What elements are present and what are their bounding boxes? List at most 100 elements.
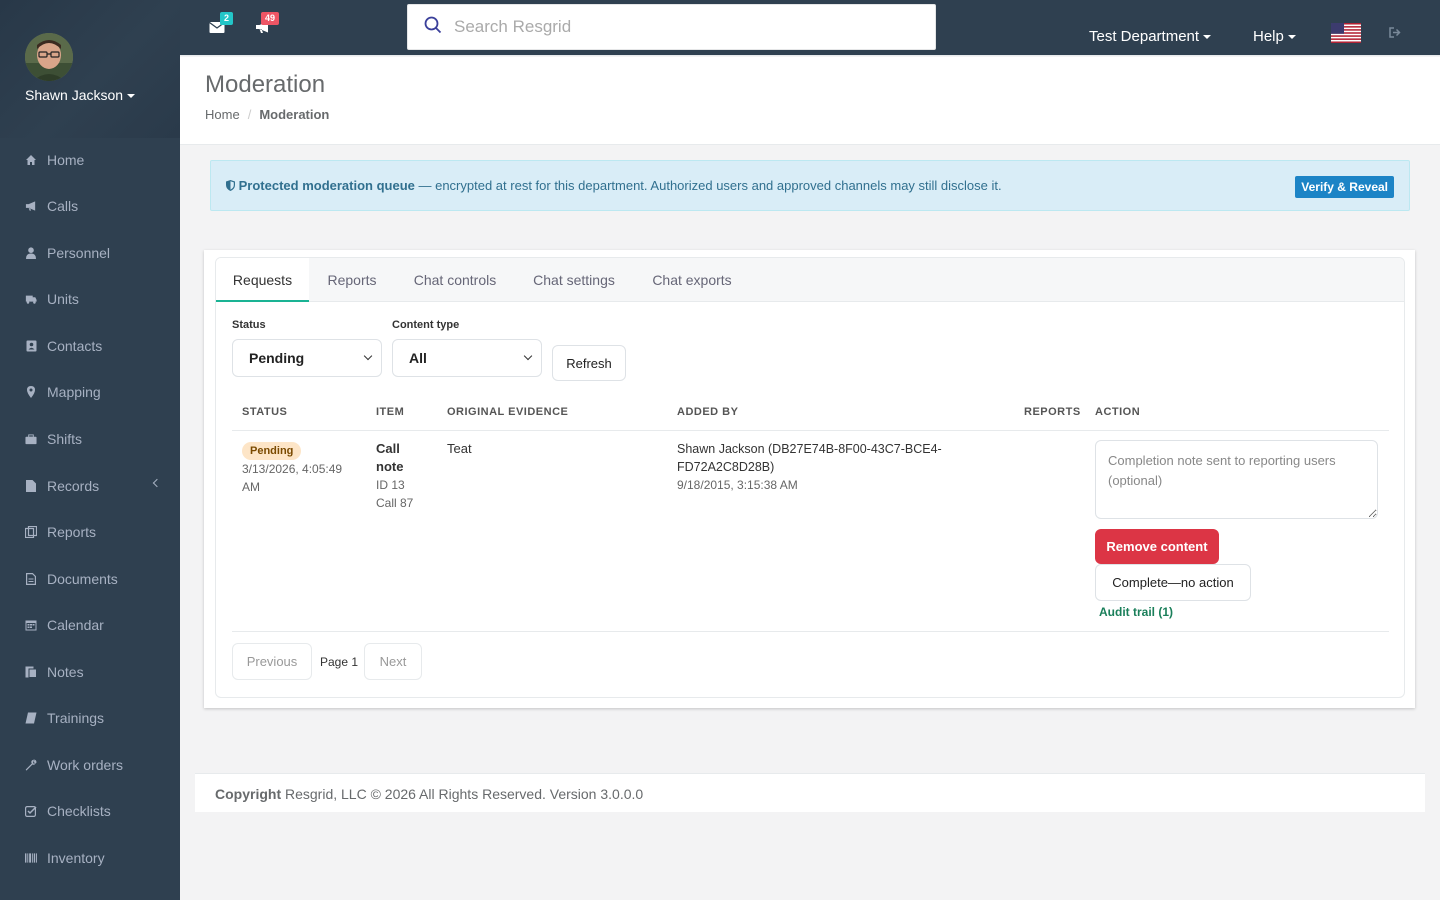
item-title-cont: note bbox=[376, 459, 404, 474]
sidebar-item-shifts[interactable]: Shifts bbox=[0, 419, 180, 459]
tab-chat-controls[interactable]: Chat controls bbox=[395, 258, 515, 302]
help-menu[interactable]: Help bbox=[1253, 28, 1296, 45]
tab-chat-exports[interactable]: Chat exports bbox=[633, 258, 751, 302]
audit-trail-link[interactable]: Audit trail (1) bbox=[1099, 605, 1173, 619]
messages-button[interactable]: 2 bbox=[209, 12, 233, 36]
page-header: Moderation Home / Moderation bbox=[180, 57, 1440, 145]
sidebar-item-inventory[interactable]: Inventory bbox=[0, 838, 180, 878]
column-header-evidence: ORIGINAL EVIDENCE bbox=[447, 406, 569, 418]
notes-icon bbox=[25, 666, 37, 678]
profile-panel: Shawn Jackson bbox=[0, 0, 180, 138]
tab-reports[interactable]: Reports bbox=[309, 258, 395, 302]
complete-no-action-button[interactable]: Complete—no action bbox=[1095, 564, 1251, 601]
breadcrumb-separator: / bbox=[247, 107, 252, 122]
shield-icon bbox=[226, 180, 235, 191]
barcode-icon bbox=[25, 852, 37, 864]
sidebar-item-personnel[interactable]: Personnel bbox=[0, 233, 180, 273]
verify-reveal-button[interactable]: Verify & Reveal bbox=[1295, 176, 1394, 198]
sidebar-item-label: Trainings bbox=[47, 710, 105, 726]
truck-icon bbox=[25, 293, 37, 305]
breadcrumb-home[interactable]: Home bbox=[205, 107, 240, 122]
home-icon bbox=[25, 154, 37, 166]
status-select-value: Pending bbox=[249, 350, 305, 366]
sidebar-item-units[interactable]: Units bbox=[0, 279, 180, 319]
sidebar-item-home[interactable]: Home bbox=[0, 140, 180, 180]
sidebar-item-label: Documents bbox=[47, 571, 118, 587]
sidebar-item-label: Notes bbox=[47, 664, 84, 680]
row-status-cell: Pending 3/13/2026, 4:05:49 AM bbox=[242, 441, 362, 496]
chevron-left-icon bbox=[152, 478, 162, 488]
added-by-id: FD72A2C8D28B) bbox=[677, 460, 775, 474]
footer-copyright-text: Resgrid, LLC © 2026 All Rights Reserved.… bbox=[281, 786, 644, 802]
column-header-status: STATUS bbox=[242, 406, 288, 418]
search-box[interactable] bbox=[407, 4, 936, 50]
avatar[interactable] bbox=[25, 33, 73, 81]
help-label: Help bbox=[1253, 28, 1284, 45]
caret-down-icon bbox=[1287, 35, 1296, 40]
sidebar-item-records[interactable]: Records bbox=[0, 466, 180, 506]
sidebar-item-checklists[interactable]: Checklists bbox=[0, 791, 180, 831]
item-call: Call 87 bbox=[376, 496, 414, 510]
map-marker-icon bbox=[25, 386, 37, 398]
logout-button[interactable] bbox=[1389, 26, 1402, 41]
sidebar-item-work-orders[interactable]: Work orders bbox=[0, 745, 180, 785]
sidebar-item-label: Checklists bbox=[47, 803, 111, 819]
completion-note-input[interactable] bbox=[1095, 440, 1378, 519]
status-time-suffix: AM bbox=[242, 480, 260, 494]
content-type-select[interactable]: All bbox=[392, 339, 542, 377]
department-label: Test Department bbox=[1089, 28, 1200, 45]
row-added-by-cell: Shawn Jackson (DB27E74B-8F00-43C7-BCE4- … bbox=[677, 440, 977, 494]
sidebar-item-label: Personnel bbox=[47, 245, 111, 261]
user-menu-toggle[interactable]: Shawn Jackson bbox=[25, 87, 136, 103]
refresh-button[interactable]: Refresh bbox=[552, 345, 626, 381]
caret-down-icon bbox=[1203, 35, 1212, 40]
sidebar-item-label: Work orders bbox=[47, 757, 123, 773]
checklist-icon bbox=[25, 805, 37, 817]
sidebar-item-reports[interactable]: Reports bbox=[0, 512, 180, 552]
sidebar-item-trainings[interactable]: Trainings bbox=[0, 698, 180, 738]
previous-page-button[interactable]: Previous bbox=[232, 643, 312, 680]
sidebar-item-label: Inventory bbox=[47, 850, 105, 866]
sidebar-item-calls[interactable]: Calls bbox=[0, 186, 180, 226]
sidebar-item-notes[interactable]: Notes bbox=[0, 652, 180, 692]
tab-chat-settings[interactable]: Chat settings bbox=[515, 258, 633, 302]
content-type-label: Content type bbox=[392, 319, 460, 331]
column-header-reports: REPORTS bbox=[1024, 406, 1081, 418]
item-id: ID 13 bbox=[376, 478, 405, 492]
status-select[interactable]: Pending bbox=[232, 339, 382, 377]
status-filter-label: Status bbox=[232, 319, 266, 331]
tabs-container: Requests Reports Chat controls Chat sett… bbox=[215, 257, 1405, 698]
book-icon bbox=[25, 712, 37, 724]
sidebar-item-contacts[interactable]: Contacts bbox=[0, 326, 180, 366]
sidebar-item-label: Reports bbox=[47, 524, 97, 540]
sidebar-item-mapping[interactable]: Mapping bbox=[0, 372, 180, 412]
footer-copyright-label: Copyright bbox=[215, 786, 282, 802]
address-book-icon bbox=[25, 340, 37, 352]
sidebar-item-label: Records bbox=[47, 478, 100, 494]
protected-queue-alert: Protected moderation queue — encrypted a… bbox=[210, 160, 1410, 211]
briefcase-icon bbox=[25, 433, 37, 445]
search-input[interactable] bbox=[454, 13, 914, 41]
table-bottom-divider bbox=[232, 631, 1389, 632]
us-flag-icon[interactable] bbox=[1331, 23, 1361, 43]
column-header-added-by: ADDED BY bbox=[677, 406, 739, 418]
messages-badge: 2 bbox=[219, 12, 233, 25]
remove-content-button[interactable]: Remove content bbox=[1095, 529, 1219, 564]
calls-button[interactable]: 49 bbox=[255, 12, 279, 36]
table-header-divider bbox=[232, 430, 1389, 431]
page-indicator: Page 1 bbox=[320, 655, 359, 669]
sidebar-item-calendar[interactable]: Calendar bbox=[0, 605, 180, 645]
sidebar-item-label: Mapping bbox=[47, 384, 101, 400]
report-icon bbox=[25, 526, 37, 538]
content-type-select-value: All bbox=[409, 350, 427, 366]
tab-requests[interactable]: Requests bbox=[216, 258, 309, 302]
row-evidence-cell: Teat bbox=[447, 441, 472, 456]
alert-description: — encrypted at rest for this department.… bbox=[414, 178, 1002, 193]
next-page-button[interactable]: Next bbox=[364, 643, 422, 680]
department-menu[interactable]: Test Department bbox=[1089, 28, 1212, 45]
sidebar-item-label: Home bbox=[47, 152, 85, 168]
chevron-down-icon bbox=[363, 351, 373, 361]
sidebar-item-documents[interactable]: Documents bbox=[0, 559, 180, 599]
item-title: Call bbox=[376, 441, 400, 456]
sidebar: Shawn Jackson Home Calls Personnel Units… bbox=[0, 0, 180, 900]
